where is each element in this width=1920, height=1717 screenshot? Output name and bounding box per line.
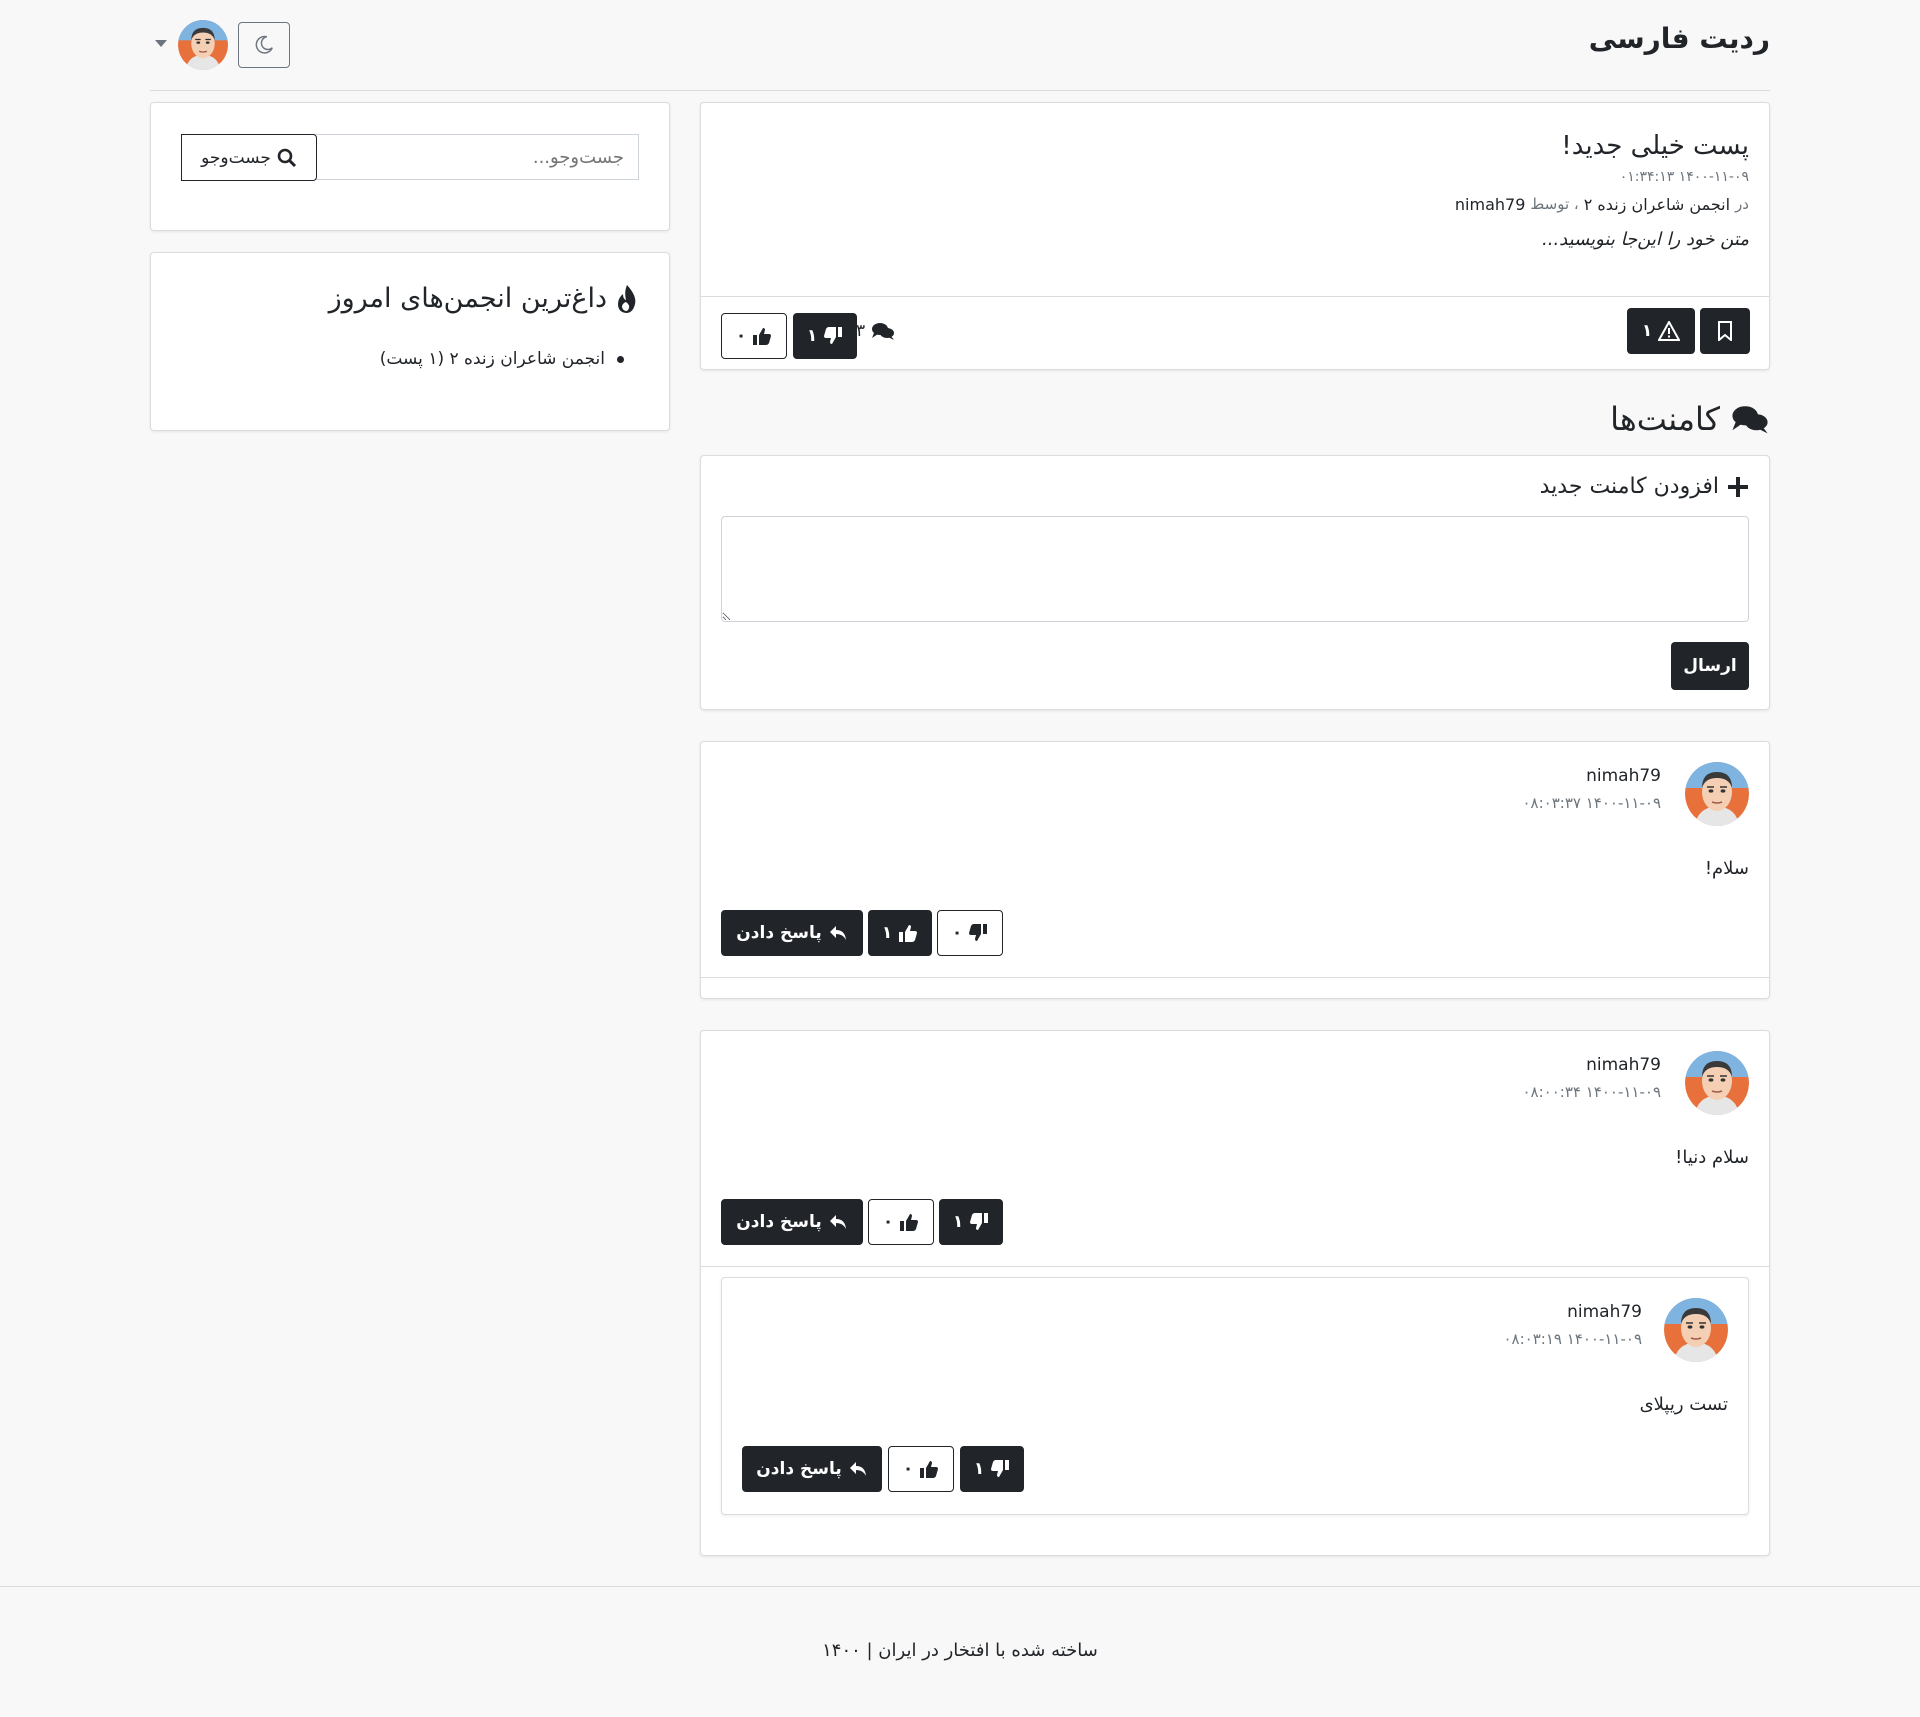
reply-button[interactable]: پاسخ دادن — [742, 1446, 882, 1492]
fire-icon — [615, 284, 639, 314]
comment-avatar — [1685, 1051, 1749, 1115]
comment-count[interactable]: ۳ — [856, 321, 895, 341]
comment-dislike-count: ۱ — [952, 1212, 964, 1232]
thumbs-down-icon — [823, 326, 843, 346]
moon-icon — [253, 34, 275, 56]
comment-dislike-button[interactable]: ۰ — [937, 910, 1003, 956]
comment-text: سلام دنیا! — [1675, 1147, 1749, 1168]
warning-icon — [1658, 321, 1681, 341]
post-footer-divider — [701, 296, 1769, 297]
post-author-link[interactable]: nimah79 — [1455, 195, 1525, 214]
hot-heading: داغ‌ترین انجمن‌های امروز — [329, 283, 639, 314]
reply-like-count: ۰ — [902, 1459, 914, 1479]
bookmark-button[interactable] — [1700, 308, 1750, 354]
comment-avatar — [1685, 762, 1749, 826]
hot-heading-text: داغ‌ترین انجمن‌های امروز — [328, 283, 607, 314]
search-card: جست‌وجو — [150, 102, 670, 231]
report-count: ۱ — [1641, 321, 1653, 341]
comment-dislike-button[interactable]: ۱ — [939, 1199, 1003, 1245]
reply-dislike-button[interactable]: ۱ — [960, 1446, 1024, 1492]
reply-dislike-count: ۱ — [973, 1459, 985, 1479]
search-button-label: جست‌وجو — [201, 147, 271, 168]
post-body: متن خود را این‌جا بنویسید... — [1542, 229, 1749, 250]
list-bullet — [617, 355, 624, 363]
hot-communities-card: داغ‌ترین انجمن‌های امروز انجمن شاعران زن… — [150, 252, 670, 431]
reply-label: پاسخ دادن — [736, 923, 822, 943]
reply-icon — [828, 923, 848, 943]
comment-like-count: ۰ — [882, 1212, 894, 1232]
comment-divider — [701, 977, 1769, 978]
comments-heading-text: کامنت‌ها — [1610, 400, 1720, 438]
post-title[interactable]: پست خیلی جدید! — [1561, 131, 1749, 161]
search-input[interactable] — [309, 134, 639, 180]
comment-date: ۱۴۰۰-۱۱-۰۹ ۰۸:۰۳:۳۷ — [1522, 794, 1661, 812]
thumbs-up-icon — [919, 1459, 939, 1479]
reply-like-button[interactable]: ۰ — [888, 1446, 954, 1492]
footer-divider — [0, 1586, 1920, 1587]
submit-comment-button[interactable]: ارسال — [1671, 642, 1749, 690]
plus-icon — [1727, 476, 1749, 498]
report-button[interactable]: ۱ — [1627, 308, 1695, 354]
header-divider — [150, 90, 1770, 91]
reply-button[interactable]: پاسخ دادن — [721, 1199, 863, 1245]
hot-list: انجمن شاعران زنده ۲ (۱ پست) — [380, 349, 624, 369]
comment-card: nimah79 ۱۴۰۰-۱۱-۰۹ ۰۸:۰۳:۳۷ سلام! پاسخ د… — [700, 741, 1770, 999]
thumbs-down-icon — [990, 1459, 1010, 1479]
comments-icon — [1730, 403, 1770, 435]
comments-heading: کامنت‌ها — [1610, 400, 1770, 438]
thumbs-down-icon — [968, 923, 988, 943]
add-comment-card: افزودن کامنت جدید ارسال — [700, 455, 1770, 710]
reply-avatar — [1664, 1298, 1728, 1362]
comment-dislike-count: ۰ — [951, 923, 963, 943]
post-like-button[interactable]: ۰ — [721, 313, 787, 359]
post-dislike-button[interactable]: ۱ — [793, 313, 857, 359]
reply-icon — [828, 1212, 848, 1232]
thumbs-up-icon — [899, 1212, 919, 1232]
navbar-brand[interactable]: ردیت فارسی — [1589, 22, 1770, 55]
post-like-count: ۰ — [735, 326, 747, 346]
reply-label: پاسخ دادن — [756, 1459, 842, 1479]
post-dislike-count: ۱ — [806, 326, 818, 346]
reply-icon — [848, 1459, 868, 1479]
comment-like-button[interactable]: ۰ — [868, 1199, 934, 1245]
thumbs-down-icon — [969, 1212, 989, 1232]
post-by-label: ، توسط — [1530, 195, 1579, 213]
search-button[interactable]: جست‌وجو — [181, 134, 317, 181]
comment-like-count: ۱ — [881, 923, 893, 943]
thumbs-up-icon — [752, 326, 772, 346]
reply-button[interactable]: پاسخ دادن — [721, 910, 863, 956]
theme-toggle-button[interactable] — [238, 22, 290, 68]
reply-card: nimah79 ۱۴۰۰-۱۱-۰۹ ۰۸:۰۳:۱۹ تست ریپلای پ… — [721, 1277, 1749, 1515]
post-in-label: در — [1735, 195, 1749, 213]
comments-icon — [871, 321, 895, 341]
comment-author[interactable]: nimah79 — [1586, 1055, 1661, 1075]
bookmark-icon — [1717, 321, 1733, 341]
reply-text: تست ریپلای — [1639, 1394, 1728, 1415]
comment-date: ۱۴۰۰-۱۱-۰۹ ۰۸:۰۰:۳۴ — [1522, 1083, 1661, 1101]
post-card: پست خیلی جدید! ۱۴۰۰-۱۱-۰۹ ۰۱:۳۴:۱۳ در ان… — [700, 102, 1770, 370]
thumbs-up-icon — [898, 923, 918, 943]
reply-date: ۱۴۰۰-۱۱-۰۹ ۰۸:۰۳:۱۹ — [1503, 1330, 1642, 1348]
add-comment-heading: افزودن کامنت جدید — [1540, 474, 1749, 499]
comment-like-button[interactable]: ۱ — [868, 910, 932, 956]
comment-divider — [701, 1266, 1769, 1267]
hot-list-item[interactable]: انجمن شاعران زنده ۲ (۱ پست) — [380, 349, 605, 369]
comment-textarea[interactable] — [721, 516, 1749, 622]
user-menu-caret-icon[interactable] — [155, 40, 167, 47]
post-meta: در انجمن شاعران زنده ۲ ، توسط nimah79 — [1455, 195, 1749, 214]
comment-card: nimah79 ۱۴۰۰-۱۱-۰۹ ۰۸:۰۰:۳۴ سلام دنیا! پ… — [700, 1030, 1770, 1556]
post-community-link[interactable]: انجمن شاعران زنده ۲ — [1584, 195, 1730, 214]
post-date: ۱۴۰۰-۱۱-۰۹ ۰۱:۳۴:۱۳ — [1619, 169, 1749, 185]
comment-text: سلام! — [1704, 858, 1749, 879]
add-comment-heading-text: افزودن کامنت جدید — [1539, 474, 1719, 499]
reply-label: پاسخ دادن — [736, 1212, 822, 1232]
search-icon — [277, 148, 297, 168]
submit-label: ارسال — [1683, 656, 1737, 676]
reply-author[interactable]: nimah79 — [1567, 1302, 1642, 1322]
footer-text: ساخته شده با افتخار در ایران | ۱۴۰۰ — [822, 1640, 1098, 1661]
comment-count-value: ۳ — [856, 321, 866, 341]
user-avatar[interactable] — [178, 20, 228, 70]
comment-author[interactable]: nimah79 — [1586, 766, 1661, 786]
